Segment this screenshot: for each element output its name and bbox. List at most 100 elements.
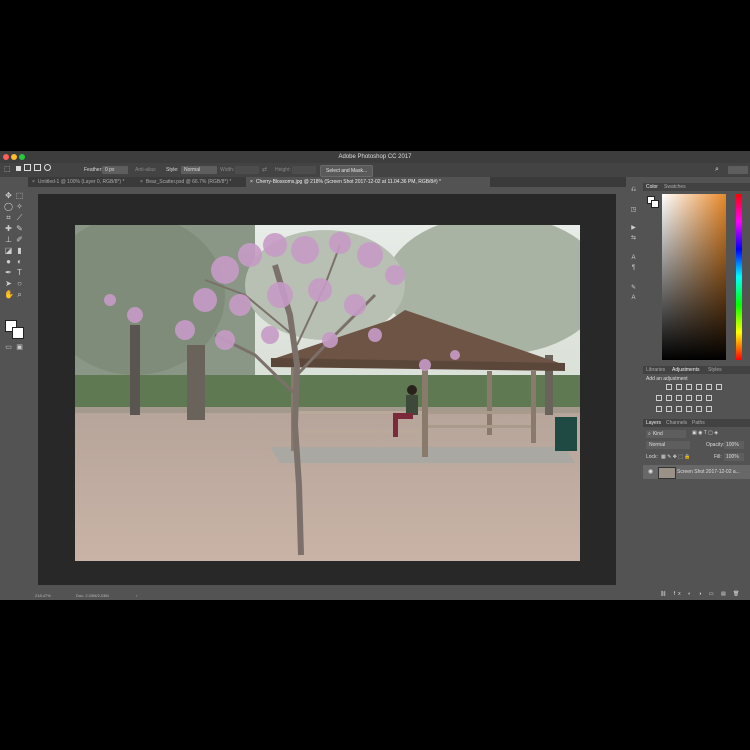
close-tab-icon[interactable]: × xyxy=(250,179,253,185)
add-adjustment-label: Add an adjustment xyxy=(646,376,688,382)
glyphs-panel-icon[interactable]: A xyxy=(630,295,637,302)
properties-panel-icon[interactable]: ◳ xyxy=(630,207,637,214)
paths-panel-icon[interactable]: ⇆ xyxy=(630,235,637,242)
fill-input[interactable]: 100% xyxy=(724,453,744,461)
curves-icon[interactable] xyxy=(686,384,692,390)
type-tool-icon[interactable]: T xyxy=(15,268,24,277)
brush-settings-icon[interactable]: ✎ xyxy=(630,285,637,292)
tab-adjustments[interactable]: Adjustments xyxy=(672,366,700,374)
clone-stamp-icon[interactable]: ⊥ xyxy=(4,235,13,244)
tab-cherry-blossoms[interactable]: × Cherry-Blossoms.jpg @ 218% (Screen Shot… xyxy=(246,177,490,187)
brightness-icon[interactable] xyxy=(666,384,672,390)
hue-slider[interactable] xyxy=(736,194,742,360)
photo-filter-icon[interactable] xyxy=(686,395,692,401)
tab-channels[interactable]: Channels xyxy=(666,419,687,427)
history-panel-icon[interactable]: ⎌ xyxy=(630,187,637,194)
quick-mask-icon[interactable]: ▭ xyxy=(4,343,13,352)
exposure-icon[interactable] xyxy=(696,384,702,390)
gradient-map-icon[interactable] xyxy=(716,384,722,390)
background-color-swatch[interactable] xyxy=(12,327,24,339)
canvas-area[interactable] xyxy=(38,194,616,585)
actions-panel-icon[interactable]: ▶ xyxy=(630,225,637,232)
path-selection-icon[interactable]: ➤ xyxy=(4,279,13,288)
select-and-mask-button[interactable]: Select and Mask... xyxy=(320,165,374,177)
color-balance-icon[interactable] xyxy=(666,395,672,401)
height-input[interactable] xyxy=(292,166,316,174)
black-white-icon[interactable] xyxy=(676,395,682,401)
subtract-selection-icon[interactable] xyxy=(34,164,41,171)
threshold-icon[interactable] xyxy=(676,406,682,412)
color-bg-swatch[interactable] xyxy=(651,200,659,208)
gradient-fill-icon[interactable] xyxy=(696,406,702,412)
lasso-tool-icon[interactable]: ◯ xyxy=(4,202,13,211)
feather-input[interactable]: 0 px xyxy=(102,166,128,174)
gradient-tool-icon[interactable]: ▮ xyxy=(15,246,24,255)
visibility-eye-icon[interactable]: ◉ xyxy=(648,468,653,475)
selective-color-icon[interactable] xyxy=(686,406,692,412)
opacity-input[interactable]: 100% xyxy=(724,441,744,449)
intersect-selection-icon[interactable] xyxy=(44,164,51,171)
zoom-level[interactable]: 218.47% xyxy=(35,591,51,600)
status-menu-arrow-icon[interactable]: › xyxy=(136,591,137,600)
pattern-fill-icon[interactable] xyxy=(706,406,712,412)
color-field-picker[interactable] xyxy=(662,194,726,360)
blur-tool-icon[interactable]: ● xyxy=(4,257,13,266)
character-panel-icon[interactable]: A xyxy=(630,255,637,262)
style-select[interactable]: Normal xyxy=(181,166,217,174)
layer-filter-icons[interactable]: ▣ ◉ T ▢ ◈ xyxy=(692,430,718,436)
tab-bear-scatter[interactable]: × Bear_Scatter.psd @ 66.7% (RGB/8*) * xyxy=(136,177,245,187)
title-bar: Adobe Photoshop CC 2017 xyxy=(0,151,750,163)
hand-tool-icon[interactable]: ✋ xyxy=(4,290,14,299)
color-lookup-icon[interactable] xyxy=(706,395,712,401)
tab-untitled[interactable]: × Untitled-1 @ 100% (Layer 0, RGB/8*) * xyxy=(28,177,136,187)
eyedropper-icon[interactable]: ⟋ xyxy=(15,213,24,222)
new-selection-icon[interactable] xyxy=(16,166,21,171)
move-tool-icon[interactable]: ✥ xyxy=(4,191,13,200)
close-window-button[interactable] xyxy=(3,154,9,160)
healing-brush-icon[interactable]: ✚ xyxy=(4,224,13,233)
marquee-tool-preset-icon[interactable]: ⬚ xyxy=(4,163,11,177)
levels-icon[interactable] xyxy=(676,384,682,390)
shape-tool-icon[interactable]: ○ xyxy=(15,279,24,288)
tab-paths[interactable]: Paths xyxy=(692,419,705,427)
minimize-window-button[interactable] xyxy=(11,154,17,160)
selection-mode-icons[interactable] xyxy=(16,163,51,177)
width-input[interactable] xyxy=(235,166,259,174)
zoom-window-button[interactable] xyxy=(19,154,25,160)
zoom-tool-icon[interactable]: ⌕ xyxy=(15,290,24,299)
antialias-checkbox[interactable]: Anti-alias xyxy=(135,163,156,177)
history-brush-icon[interactable]: ✐ xyxy=(15,235,24,244)
crop-tool-icon[interactable]: ⌗ xyxy=(4,213,13,222)
width-label: Width: xyxy=(220,167,235,173)
swap-dimensions-icon[interactable]: ⇄ xyxy=(262,163,267,177)
tab-color[interactable]: Color xyxy=(646,183,658,191)
rectangular-marquee-icon[interactable]: ⬚ xyxy=(15,191,24,200)
close-tab-icon[interactable]: × xyxy=(140,179,143,185)
search-icon[interactable]: ⌕ xyxy=(715,163,719,177)
dodge-tool-icon[interactable]: ◐ xyxy=(15,257,24,266)
hue-saturation-icon[interactable] xyxy=(656,395,662,401)
layer-footer-icons[interactable]: ⛓ fx ◐ ◑ ▭ ▤ 🗑 xyxy=(660,591,742,597)
tab-swatches[interactable]: Swatches xyxy=(664,183,686,191)
tab-libraries[interactable]: Libraries xyxy=(646,366,665,374)
tab-layers[interactable]: Layers xyxy=(646,419,661,427)
fill-label: Fill: xyxy=(714,454,722,460)
lock-icons[interactable]: ▦ ✎ ✥ ⬚ 🔒 xyxy=(661,454,691,460)
vibrance-icon[interactable] xyxy=(706,384,712,390)
brush-tool-icon[interactable]: ✎ xyxy=(15,224,24,233)
magic-wand-icon[interactable]: ✧ xyxy=(15,202,24,211)
tab-styles[interactable]: Styles xyxy=(708,366,722,374)
screen-mode-icon[interactable]: ▣ xyxy=(15,343,24,352)
channel-mixer-icon[interactable] xyxy=(696,395,702,401)
posterize-icon[interactable] xyxy=(666,406,672,412)
close-tab-icon[interactable]: × xyxy=(32,179,35,185)
workspace-switcher-icon[interactable] xyxy=(728,166,748,174)
pen-tool-icon[interactable]: ✒ xyxy=(4,268,13,277)
eraser-tool-icon[interactable]: ◪ xyxy=(4,246,13,255)
layer-row[interactable]: ◉ Screen Shot 2017-12-02 a... xyxy=(643,465,750,479)
layer-kind-filter[interactable]: ⌕ Kind xyxy=(646,430,686,438)
blend-mode-select[interactable]: Normal xyxy=(646,441,690,449)
paragraph-panel-icon[interactable]: ¶ xyxy=(630,265,637,272)
add-selection-icon[interactable] xyxy=(24,164,31,171)
invert-icon[interactable] xyxy=(656,406,662,412)
